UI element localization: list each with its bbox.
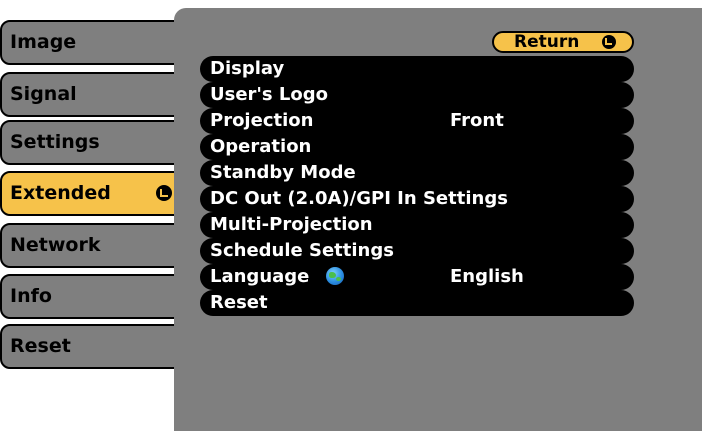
menu-item-dc-out-gpi[interactable]: DC Out (2.0A)/GPI In Settings: [200, 186, 634, 212]
menu-item-label: DC Out (2.0A)/GPI In Settings: [210, 188, 508, 209]
globe-icon: [325, 267, 344, 285]
menu-item-projection[interactable]: Projection Front: [200, 108, 634, 134]
tab-signal[interactable]: Signal: [0, 72, 184, 117]
tab-label: Info: [10, 285, 52, 307]
tab-extended[interactable]: Extended: [0, 171, 184, 216]
menu-item-operation[interactable]: Operation: [200, 134, 634, 160]
menu-item-schedule-settings[interactable]: Schedule Settings: [200, 238, 634, 264]
menu-item-label: Reset: [210, 292, 268, 313]
tab-label: Signal: [10, 83, 77, 105]
menu-item-label: Operation: [210, 136, 312, 157]
return-label: Return: [514, 32, 580, 52]
menu-item-value: English: [450, 266, 524, 287]
menu-item-multi-projection[interactable]: Multi-Projection: [200, 212, 634, 238]
tab-label: Network: [10, 234, 101, 256]
tab-reset[interactable]: Reset: [0, 324, 184, 369]
return-button[interactable]: Return: [492, 31, 634, 53]
tab-label: Settings: [10, 131, 100, 153]
menu-item-label: Projection: [210, 110, 314, 131]
menu-item-label: Standby Mode: [210, 162, 356, 183]
extended-menu: Display User's Logo Projection Front Ope…: [200, 56, 634, 316]
tab-image[interactable]: Image: [0, 20, 184, 65]
tab-label: Extended: [10, 182, 111, 204]
menu-item-label: Display: [210, 58, 285, 79]
menu-item-standby-mode[interactable]: Standby Mode: [200, 160, 634, 186]
menu-item-label: Multi-Projection: [210, 214, 373, 235]
menu-item-reset[interactable]: Reset: [200, 290, 634, 316]
tab-label: Reset: [10, 335, 71, 357]
menu-item-label: User's Logo: [210, 84, 328, 105]
tab-label: Image: [10, 31, 77, 53]
tab-network[interactable]: Network: [0, 223, 184, 268]
menu-item-display[interactable]: Display: [200, 56, 634, 82]
menu-item-users-logo[interactable]: User's Logo: [200, 82, 634, 108]
menu-item-value: Front: [450, 110, 504, 131]
menu-item-language[interactable]: Language English: [200, 264, 634, 290]
tab-column: Image Signal Settings Extended Network I…: [0, 0, 190, 431]
menu-item-label: Schedule Settings: [210, 240, 394, 261]
enter-icon: [602, 35, 616, 49]
tab-info[interactable]: Info: [0, 274, 184, 319]
menu-item-label: Language: [210, 266, 310, 287]
enter-icon: [156, 185, 172, 201]
tab-settings[interactable]: Settings: [0, 120, 184, 165]
extended-settings-panel: Return Display User's Logo Projection Fr…: [174, 8, 702, 431]
